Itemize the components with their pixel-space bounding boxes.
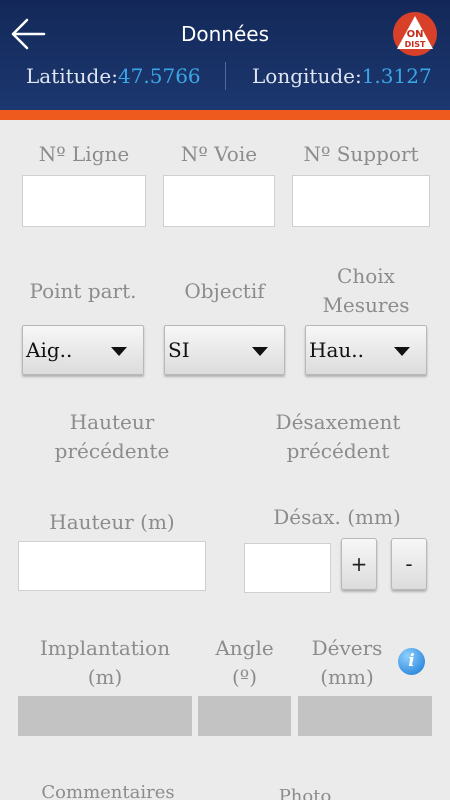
- hauteur-input[interactable]: [18, 541, 206, 591]
- desax-increment-button[interactable]: +: [341, 538, 377, 590]
- point-part-label: Point part.: [29, 279, 137, 303]
- angle-line2: (º): [231, 665, 257, 689]
- chevron-down-icon: [111, 347, 127, 356]
- objectif-label: Objectif: [184, 279, 265, 303]
- devers-label: Dévers (mm): [298, 634, 396, 692]
- voie-input[interactable]: [163, 175, 275, 227]
- hauteur-prec-line2: précédente: [54, 439, 170, 463]
- ligne-input[interactable]: [22, 175, 146, 227]
- objectif-dropdown[interactable]: SI: [164, 325, 285, 375]
- latitude-label: Latitude:: [26, 64, 118, 88]
- latitude-value: 47.5766: [117, 64, 201, 88]
- desax-label: Désax. (mm): [273, 505, 401, 529]
- angle-line1: Angle: [215, 636, 274, 660]
- page-title: Données: [180, 22, 270, 46]
- choix-mesures-dropdown[interactable]: Hau..: [305, 325, 427, 375]
- latitude-display: Latitude:47.5766: [26, 64, 201, 88]
- implantation-line1: Implantation: [39, 636, 171, 660]
- implantation-line2: (m): [87, 665, 123, 689]
- desax-decrement-button[interactable]: -: [391, 538, 427, 590]
- info-icon[interactable]: i: [398, 648, 425, 675]
- implantation-label: Implantation (m): [18, 634, 192, 692]
- choix-label-line1: Choix: [337, 264, 395, 288]
- point-part-dropdown[interactable]: Aig..: [22, 325, 144, 375]
- implantation-field: [18, 696, 192, 736]
- angle-label: Angle (º): [198, 634, 291, 692]
- support-input[interactable]: [292, 175, 430, 227]
- coords-divider: [225, 62, 226, 90]
- chevron-down-icon: [394, 347, 410, 356]
- devers-field: [298, 696, 432, 736]
- devers-line1: Dévers: [311, 636, 383, 660]
- desaxement-precedent-label: Désaxement précédent: [258, 408, 418, 466]
- hauteur-label: Hauteur (m): [49, 510, 175, 534]
- support-label: Nº Support: [303, 142, 419, 166]
- commentaires-label: Commentaires: [41, 782, 175, 800]
- point-part-value: Aig..: [26, 338, 73, 362]
- longitude-label: Longitude:: [252, 64, 362, 88]
- choix-mesures-value: Hau..: [309, 338, 364, 362]
- hauteur-prec-line1: Hauteur: [69, 410, 155, 434]
- photo-label: Photo: [278, 786, 332, 800]
- logo-text-top: ON: [407, 29, 424, 40]
- devers-line2: (mm): [320, 665, 374, 689]
- desax-prec-line2: précédent: [286, 439, 390, 463]
- choix-label-line2: Mesures: [322, 293, 410, 317]
- chevron-down-icon: [252, 347, 268, 356]
- objectif-value: SI: [168, 338, 190, 362]
- longitude-display: Longitude:1.3127: [252, 64, 432, 88]
- header-accent-bar: [0, 110, 450, 120]
- hauteur-precedente-label: Hauteur précédente: [32, 408, 192, 466]
- voie-label: Nº Voie: [180, 142, 258, 166]
- logo-text-bottom: DIST: [405, 40, 426, 49]
- longitude-value: 1.3127: [361, 64, 432, 88]
- ondist-logo-icon[interactable]: ON DIST: [392, 11, 438, 57]
- angle-field: [198, 696, 291, 736]
- desax-input[interactable]: [244, 543, 331, 593]
- choix-mesures-label: Choix Mesures: [305, 262, 427, 320]
- ligne-label: Nº Ligne: [38, 142, 130, 166]
- desax-prec-line1: Désaxement: [275, 410, 401, 434]
- app-header: [0, 0, 450, 110]
